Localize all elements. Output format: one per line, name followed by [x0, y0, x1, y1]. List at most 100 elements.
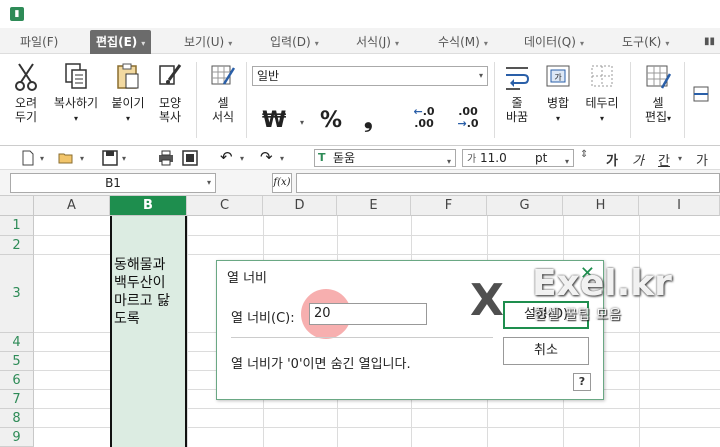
menu-view[interactable]: 보기(U) ▾ — [184, 33, 232, 51]
chevron-down-icon[interactable]: ▾ — [122, 154, 126, 163]
merge-icon: 가 — [546, 65, 570, 87]
function-button[interactable]: f(x) — [272, 173, 292, 193]
column-header-e[interactable]: E — [337, 196, 411, 216]
ribbon-divider — [684, 62, 685, 138]
chevron-down-icon[interactable]: ▾ — [80, 154, 84, 163]
undo-icon[interactable]: ↶ — [220, 148, 233, 166]
dialog-note: 열 너비가 '0'이면 숨긴 열입니다. — [231, 357, 411, 372]
ribbon-divider — [196, 62, 197, 138]
chevron-down-icon: ▾ — [667, 114, 672, 123]
row-header-6[interactable]: 6 — [0, 371, 34, 390]
menu-more-icon[interactable]: ▮▮ — [704, 33, 715, 51]
number-format-select[interactable]: 일반 ▾ — [252, 66, 488, 86]
wrap-text-button[interactable]: 줄 바꿈 — [500, 62, 534, 124]
chevron-down-icon[interactable]: ▾ — [240, 154, 244, 163]
chevron-down-icon[interactable]: ▾ — [280, 154, 284, 163]
paste-button[interactable]: 붙이기 ▾ — [106, 62, 150, 126]
print-icon[interactable] — [158, 150, 174, 166]
column-header-i[interactable]: I — [639, 196, 720, 216]
ribbon-divider — [246, 62, 247, 138]
chevron-down-icon: ▾ — [228, 39, 233, 48]
increase-decimal-button[interactable]: ←.0.00 — [408, 106, 440, 130]
open-folder-icon[interactable] — [58, 150, 74, 166]
menu-format[interactable]: 서식(J) ▾ — [356, 33, 399, 51]
column-header-f[interactable]: F — [411, 196, 487, 216]
menu-formula[interactable]: 수식(M) ▾ — [438, 33, 488, 51]
row-header-9[interactable]: 9 — [0, 428, 34, 447]
cut-button[interactable]: 오려 두기 — [8, 62, 44, 124]
merge-button[interactable]: 가 병합 ▾ — [538, 62, 578, 126]
font-size-select[interactable]: 가 11.0 pt ▾ — [462, 149, 574, 167]
dialog-divider — [231, 337, 493, 338]
underline-button[interactable]: 간 — [658, 150, 670, 169]
select-all-corner[interactable] — [0, 196, 34, 216]
currency-button[interactable]: ₩ — [262, 108, 286, 133]
column-width-input[interactable]: 20 — [309, 303, 427, 325]
column-header-a[interactable]: A — [34, 196, 110, 216]
comma-button[interactable]: ❟ — [364, 108, 373, 133]
chevron-down-icon: ▾ — [555, 114, 560, 123]
cancel-button[interactable]: 취소 — [503, 337, 589, 365]
formula-input[interactable] — [296, 173, 720, 193]
title-bar: ▮ — [0, 0, 720, 28]
decrease-decimal-button[interactable]: .00 →.0 — [452, 106, 484, 130]
column-header-d[interactable]: D — [263, 196, 337, 216]
print-preview-icon[interactable] — [182, 150, 198, 166]
format-painter-button[interactable]: 모양 복사 — [152, 62, 188, 124]
chevron-down-icon[interactable]: ▾ — [300, 118, 304, 127]
ribbon-divider — [494, 62, 495, 138]
italic-button[interactable]: 가 — [632, 150, 644, 169]
cell-edit-button[interactable]: 셀 편집▾ — [638, 62, 678, 126]
column-header-h[interactable]: H — [563, 196, 639, 216]
cell-b3[interactable]: 동해물과 백두산이 마르고 닳 도록 — [114, 256, 186, 328]
menu-tools[interactable]: 도구(K) ▾ — [622, 33, 669, 51]
menu-file[interactable]: 파일(F) — [20, 33, 58, 51]
percent-button[interactable]: % — [320, 108, 342, 133]
borders-label: 테두리 — [585, 96, 619, 110]
row-header-3[interactable]: 3 — [0, 255, 34, 333]
borders-button[interactable]: 테두리 ▾ — [580, 62, 624, 126]
font-name-select[interactable]: T 돋움 ▾ — [314, 149, 456, 167]
column-header-c[interactable]: C — [187, 196, 263, 216]
watermark-tagline: 한셀 꿀팁 모음 — [534, 308, 623, 323]
new-document-icon[interactable] — [20, 150, 36, 166]
watermark-mark: X — [470, 275, 504, 326]
chevron-down-icon[interactable]: ▾ — [678, 154, 682, 163]
row-header-2[interactable]: 2 — [0, 236, 34, 255]
save-icon[interactable] — [102, 150, 118, 166]
watermark-brand: Exel.kr — [532, 263, 672, 304]
cell-b3-line: 마르고 닳 — [114, 293, 170, 309]
selected-column-b[interactable] — [110, 216, 187, 447]
ribbon: 오려 두기 복사하기 ▾ 붙이기 ▾ 모양 복사 셀 서식 일반 ▾ ₩ ▾ %… — [0, 54, 720, 146]
menu-edit[interactable]: 편집(E) ▾ — [90, 30, 152, 54]
row-header-4[interactable]: 4 — [0, 333, 34, 352]
bold-button[interactable]: 가 — [606, 150, 618, 169]
spinner-icon[interactable]: ⇕ — [580, 149, 588, 160]
row-header-7[interactable]: 7 — [0, 390, 34, 409]
cell-reference: B1 — [105, 176, 121, 190]
column-header-b[interactable]: B — [110, 196, 187, 216]
column-header-g[interactable]: G — [487, 196, 563, 216]
menu-data[interactable]: 데이터(Q) ▾ — [524, 33, 584, 51]
help-button[interactable]: ? — [573, 373, 591, 391]
chevron-down-icon[interactable]: ▾ — [40, 154, 44, 163]
insert-cell-icon[interactable] — [692, 84, 712, 104]
redo-icon[interactable]: ↷ — [260, 148, 273, 166]
menu-insert[interactable]: 입력(D) ▾ — [270, 33, 319, 51]
row-header-8[interactable]: 8 — [0, 409, 34, 428]
cell-format-label-1: 셀 — [217, 96, 229, 110]
chevron-down-icon: ▾ — [206, 178, 211, 187]
cell-format-button[interactable]: 셀 서식 — [204, 62, 242, 124]
percent-symbol: % — [320, 108, 343, 133]
arrow-right-icon: → — [457, 117, 467, 130]
strikethrough-button[interactable]: 가 — [696, 150, 708, 169]
menu-bar: 파일(F) 편집(E) ▾ 보기(U) ▾ 입력(D) ▾ 서식(J) ▾ 수식(M) ▾… — [0, 28, 720, 54]
row-header-1[interactable]: 1 — [0, 216, 34, 236]
row-header-5[interactable]: 5 — [0, 352, 34, 371]
chevron-down-icon: ▾ — [579, 39, 584, 48]
cell-b3-line: 도록 — [114, 311, 140, 327]
font-size-icon: 가 — [467, 154, 477, 165]
name-box[interactable]: B1 ▾ — [10, 173, 216, 193]
copy-button[interactable]: 복사하기 ▾ — [50, 62, 102, 126]
currency-symbol: ₩ — [262, 108, 287, 133]
